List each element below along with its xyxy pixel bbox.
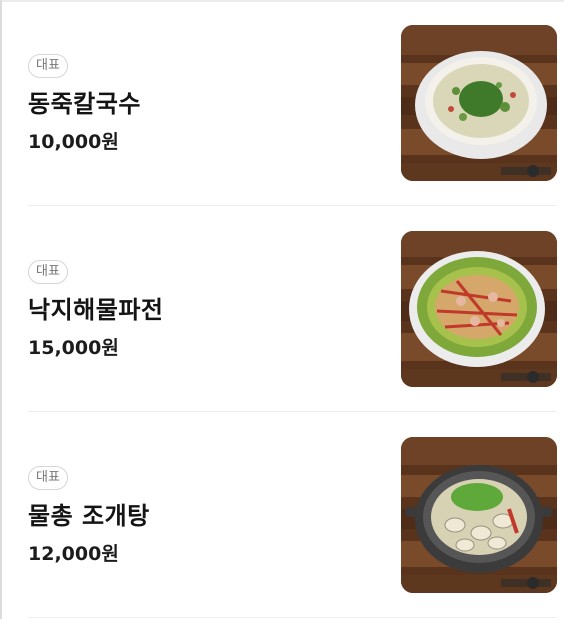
menu-list: 대표 동죽칼국수 10,000원 대표 낙지해물파전 15,000원 대표 물총… bbox=[28, 0, 557, 618]
menu-item-info: 대표 동죽칼국수 10,000원 bbox=[28, 54, 141, 154]
menu-item-name: 낙지해물파전 bbox=[28, 296, 164, 324]
signature-badge: 대표 bbox=[28, 54, 68, 78]
menu-item-nakji-haemul-pajeon[interactable]: 대표 낙지해물파전 15,000원 bbox=[28, 206, 557, 412]
menu-page: 대표 동죽칼국수 10,000원 대표 낙지해물파전 15,000원 대표 물총… bbox=[0, 0, 564, 619]
clam-noodle-soup-photo[interactable] bbox=[401, 25, 557, 181]
octopus-seafood-pancake-photo[interactable] bbox=[401, 231, 557, 387]
clam-soup-pot-photo[interactable] bbox=[401, 437, 557, 593]
menu-item-price: 12,000원 bbox=[28, 543, 119, 565]
menu-item-price: 10,000원 bbox=[28, 131, 119, 153]
menu-item-name: 동죽칼국수 bbox=[28, 90, 141, 118]
menu-item-info: 대표 낙지해물파전 15,000원 bbox=[28, 260, 163, 360]
menu-item-name: 물총 조개탕 bbox=[28, 502, 150, 530]
menu-item-info: 대표 물총 조개탕 12,000원 bbox=[28, 466, 150, 566]
signature-badge: 대표 bbox=[28, 260, 68, 284]
menu-item-dongjuk-kalguksu[interactable]: 대표 동죽칼국수 10,000원 bbox=[28, 0, 557, 206]
menu-item-mulchong-jogaetang[interactable]: 대표 물총 조개탕 12,000원 bbox=[28, 412, 557, 618]
signature-badge: 대표 bbox=[28, 466, 68, 490]
menu-item-price: 15,000원 bbox=[28, 337, 119, 359]
